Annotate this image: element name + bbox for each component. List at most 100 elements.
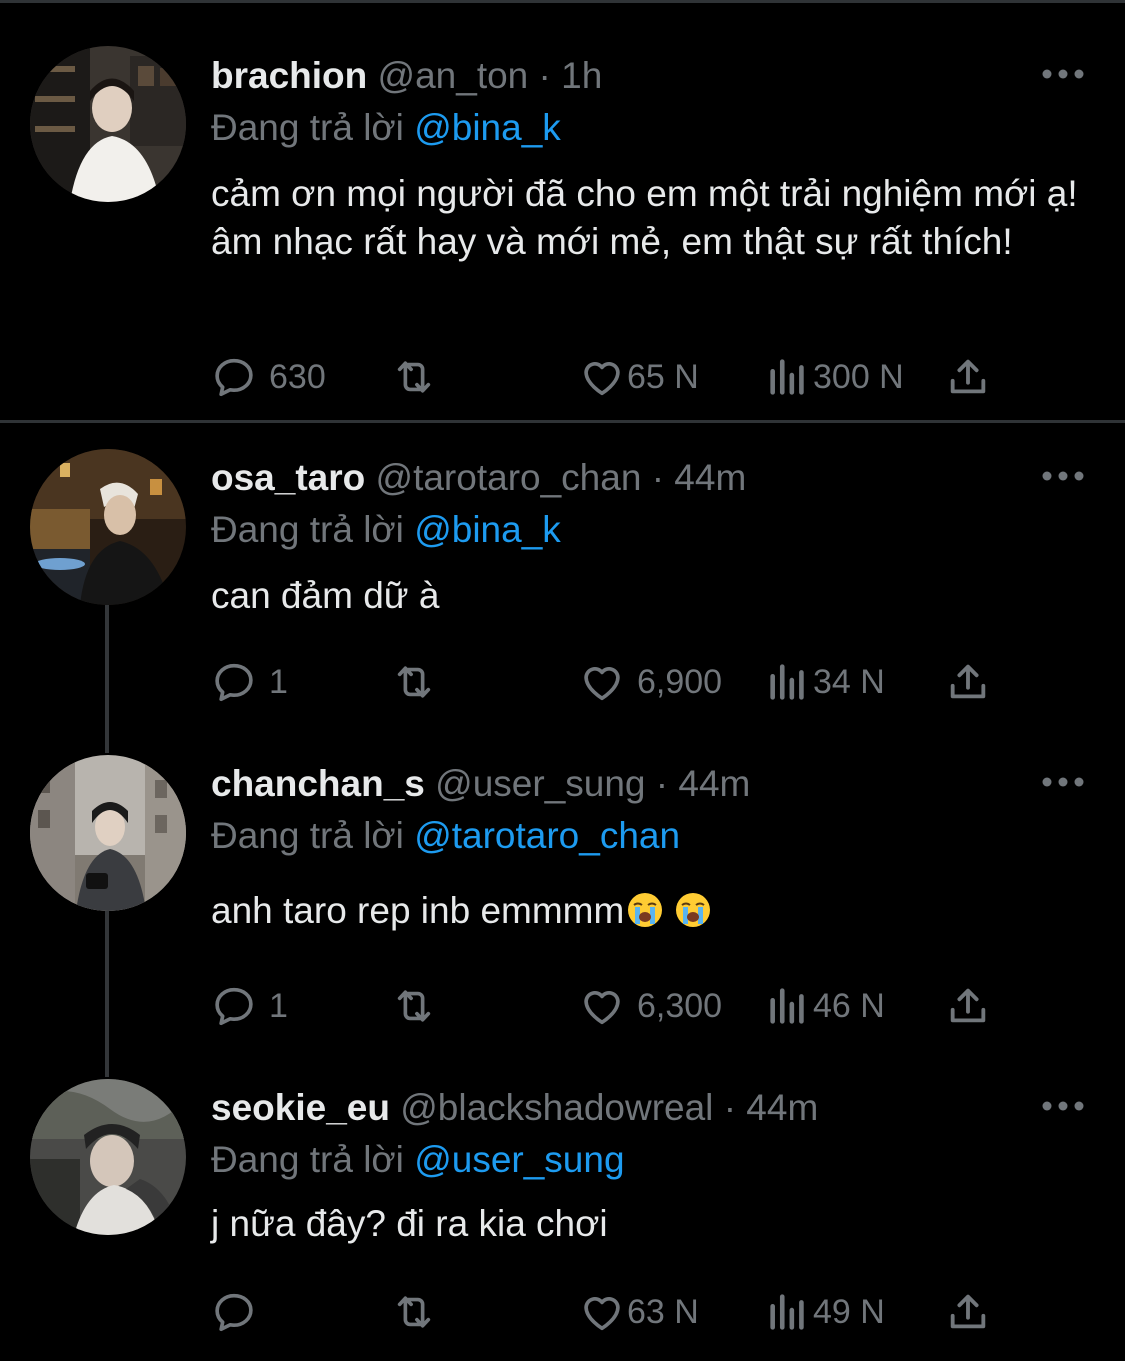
like-button[interactable]: 63 N [579,1287,699,1337]
replying-to: Đang trả lời @bina_k [211,106,561,150]
reply-count: 1 [269,662,288,701]
like-icon [584,667,620,701]
action-bar: 63 N 49 N [211,1287,1011,1337]
retweet-button[interactable] [391,352,437,402]
tweet-text: anh taro rep inb emmmm [211,890,625,931]
separator-dot: · [655,763,669,804]
mention-link[interactable]: @tarotaro_chan [414,815,680,856]
separator-dot: · [723,1087,737,1128]
display-name[interactable]: seokie_eu [211,1087,390,1128]
view-count: 300 N [813,357,904,396]
tweet-text: can đảm dữ à [211,575,440,616]
action-bar: 630 65 N 300 N [211,352,1011,402]
tweet-header: osa_taro @tarotaro_chan · 44m [211,456,746,500]
replying-to-label: Đang trả lời [211,815,404,856]
tweet-text-row: anh taro rep inb emmmm [211,887,1091,935]
views-icon [770,664,804,700]
share-button[interactable] [945,981,991,1031]
replying-to: Đang trả lời @user_sung [211,1138,625,1182]
reply-icon [215,358,253,397]
tweet-header: chanchan_s @user_sung · 44m [211,762,750,806]
avatar[interactable] [30,449,186,605]
share-button[interactable] [945,1287,991,1337]
mention-link[interactable]: @bina_k [414,107,561,148]
user-handle[interactable]: @tarotaro_chan [376,457,642,498]
like-icon [584,1297,620,1331]
replying-to-label: Đang trả lời [211,509,404,550]
timestamp[interactable]: 44m [674,457,746,498]
share-icon [950,664,986,699]
more-icon[interactable] [1040,64,1086,84]
top-divider [0,0,1125,3]
more-icon[interactable] [1040,466,1086,486]
display-name[interactable]: brachion [211,55,367,96]
retweet-button[interactable] [391,1287,437,1337]
retweet-icon [397,1296,431,1328]
reply-icon [215,987,253,1026]
display-name[interactable]: osa_taro [211,457,365,498]
reply-button[interactable]: 1 [211,657,288,707]
retweet-icon [397,666,431,698]
tweet-header: seokie_eu @blackshadowreal · 44m [211,1086,818,1130]
action-bar: 1 6,300 46 N [211,981,1011,1031]
views-icon [770,988,804,1024]
more-icon[interactable] [1040,1096,1086,1116]
like-count: 6,300 [637,986,723,1025]
more-icon[interactable] [1040,772,1086,792]
retweet-icon [397,361,431,393]
tweet-header: brachion @an_ton · 1h [211,54,602,98]
action-bar: 1 6,900 34 N [211,657,1011,707]
timestamp[interactable]: 44m [678,763,750,804]
views-icon [770,359,804,395]
separator-dot: · [651,457,665,498]
avatar[interactable] [30,46,186,202]
timestamp[interactable]: 44m [746,1087,818,1128]
reply-count: 630 [269,357,326,396]
share-button[interactable] [945,352,991,402]
views-button[interactable]: 46 N [765,981,885,1031]
tweet-text: j nữa đây? đi ra kia chơi [211,1203,608,1244]
loudly-crying-face-icon [676,893,711,927]
user-handle[interactable]: @an_ton [378,55,529,96]
retweet-icon [397,990,431,1022]
share-icon [950,988,986,1023]
like-button[interactable]: 6,900 [579,657,722,707]
retweet-button[interactable] [391,657,437,707]
like-button[interactable]: 6,300 [579,981,722,1031]
share-icon [950,359,986,394]
reply-icon [215,1293,253,1332]
retweet-button[interactable] [391,981,437,1031]
like-icon [584,362,620,396]
display-name[interactable]: chanchan_s [211,763,425,804]
mention-link[interactable]: @user_sung [414,1139,624,1180]
views-button[interactable]: 300 N [765,352,904,402]
replying-to-label: Đang trả lời [211,1139,404,1180]
views-button[interactable]: 34 N [765,657,885,707]
user-handle[interactable]: @blackshadowreal [400,1087,713,1128]
like-count: 63 N [627,1292,699,1331]
mention-link[interactable]: @bina_k [414,509,561,550]
like-button[interactable]: 65 N [579,352,699,402]
avatar[interactable] [30,755,186,911]
loudly-crying-face-icon [628,893,663,927]
views-button[interactable]: 49 N [765,1287,885,1337]
share-icon [950,1294,986,1329]
share-button[interactable] [945,657,991,707]
reply-button[interactable]: 630 [211,352,326,402]
replying-to-label: Đang trả lời [211,107,404,148]
view-count: 46 N [813,986,885,1025]
thread-connector [105,911,109,1077]
like-icon [584,991,620,1025]
user-handle[interactable]: @user_sung [435,763,645,804]
like-count: 65 N [627,357,699,396]
timestamp[interactable]: 1h [561,55,602,96]
view-count: 34 N [813,662,885,701]
reply-button[interactable]: 1 [211,981,288,1031]
tweet-divider [0,420,1125,423]
thread-connector [105,605,109,753]
tweet-text: cảm ơn mọi người đã cho em một trải nghi… [211,173,1078,262]
like-count: 6,900 [637,662,723,701]
reply-button[interactable] [211,1287,269,1337]
view-count: 49 N [813,1292,885,1331]
avatar[interactable] [30,1079,186,1235]
